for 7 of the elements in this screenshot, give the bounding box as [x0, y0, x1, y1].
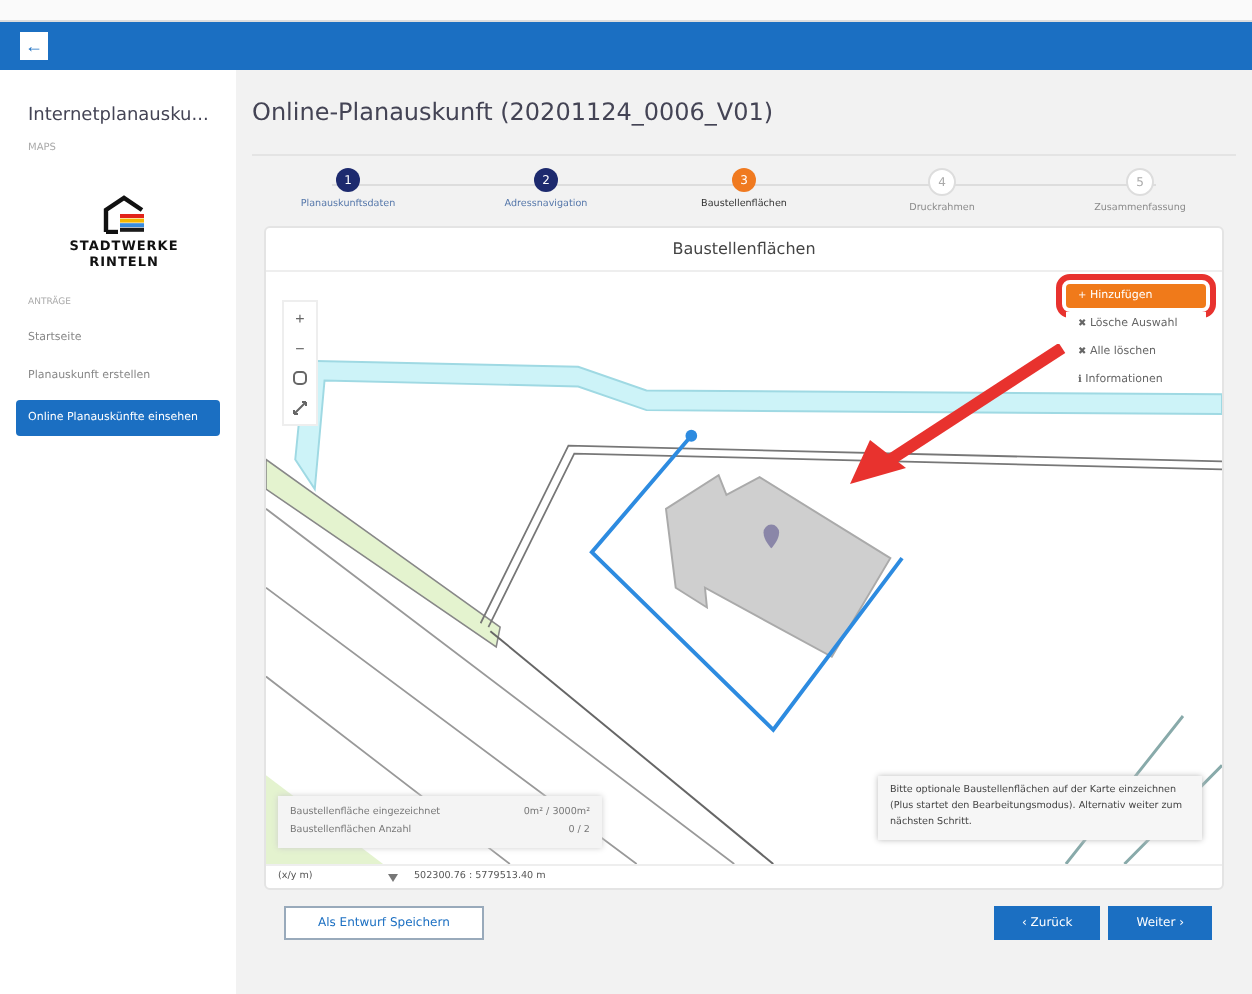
lasso-icon[interactable] [290, 368, 310, 388]
back-button[interactable]: ← [20, 32, 48, 60]
house-logo-icon [102, 194, 146, 234]
page-title: Online-Planauskunft (20201124_0006_V01) [252, 98, 1236, 156]
app-title: Internetplanausku... [28, 106, 211, 126]
expand-icon[interactable] [290, 398, 310, 418]
caret-icon [388, 873, 398, 881]
